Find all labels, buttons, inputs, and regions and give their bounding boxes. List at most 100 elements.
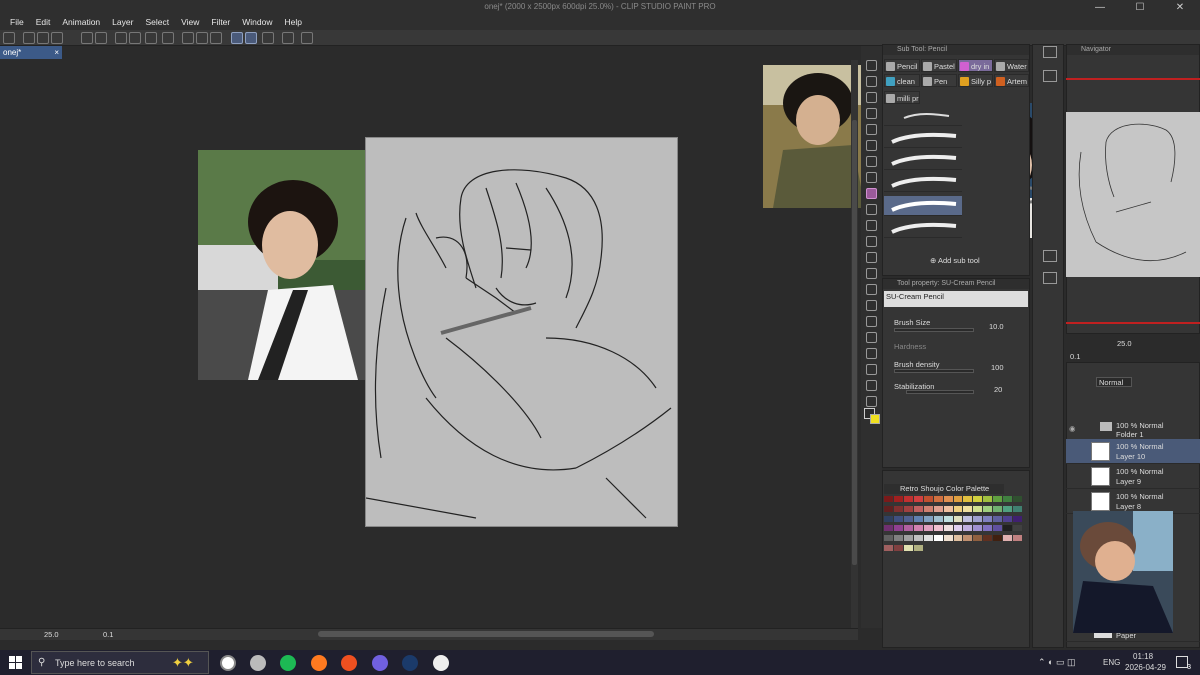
open-folder-icon[interactable]: [37, 32, 49, 44]
subtool-milli[interactable]: milli pr: [884, 91, 920, 104]
palette-swatch[interactable]: [923, 535, 933, 542]
brush-size-value[interactable]: 10.0: [989, 322, 1004, 331]
eraser-icon[interactable]: [866, 252, 877, 263]
firefox-icon[interactable]: [311, 655, 327, 671]
menu-window[interactable]: Window: [236, 15, 278, 30]
brush-size-slider[interactable]: [894, 328, 974, 332]
palette-swatch[interactable]: [893, 535, 903, 542]
sub-color-swatch[interactable]: [870, 414, 880, 424]
material-icon-4[interactable]: [1043, 272, 1057, 284]
material-icon-2[interactable]: [1043, 70, 1057, 82]
brush-preview-6[interactable]: [884, 218, 962, 238]
clear-icon[interactable]: [115, 32, 127, 44]
palette-swatch[interactable]: [884, 535, 893, 542]
palette-swatch[interactable]: [884, 515, 893, 522]
palette-swatch[interactable]: [913, 505, 923, 512]
palette-swatch[interactable]: [943, 496, 953, 502]
palette-swatch[interactable]: [943, 505, 953, 512]
brave-icon[interactable]: [341, 655, 357, 671]
frame-icon[interactable]: [866, 332, 877, 343]
navigator-zoom-value[interactable]: 25.0: [1117, 339, 1132, 348]
palette-swatch[interactable]: [933, 525, 943, 532]
lasso-icon[interactable]: [866, 140, 877, 151]
palette-swatch[interactable]: [963, 535, 973, 542]
palette-swatch[interactable]: [973, 505, 983, 512]
palette-swatch[interactable]: [933, 505, 943, 512]
palette-swatch[interactable]: [953, 505, 963, 512]
blend-mode-select[interactable]: Normal: [1096, 377, 1132, 387]
menu-layer[interactable]: Layer: [106, 15, 139, 30]
palette-swatch[interactable]: [943, 535, 953, 542]
brush-tool-icon[interactable]: [866, 204, 877, 215]
palette-swatch[interactable]: [923, 496, 933, 502]
pencil-tool-icon[interactable]: [866, 188, 877, 199]
subtool-clean[interactable]: clean: [884, 74, 920, 87]
pen-tool-icon[interactable]: [866, 172, 877, 183]
palette-swatch[interactable]: [993, 535, 1003, 542]
text-tool-icon[interactable]: [866, 364, 877, 375]
zoom-tool-icon[interactable]: [866, 60, 877, 71]
palette-swatch[interactable]: [943, 525, 953, 532]
transform-icon[interactable]: [145, 32, 157, 44]
palette-swatch[interactable]: [973, 515, 983, 522]
airbrush-icon[interactable]: [866, 220, 877, 231]
palette-swatch[interactable]: [1003, 535, 1013, 542]
palette-swatch[interactable]: [983, 496, 993, 502]
canvas-vertical-scrollbar[interactable]: [851, 60, 858, 628]
material-icon-3[interactable]: [1043, 250, 1057, 262]
subtool-silly[interactable]: Silly p: [958, 74, 993, 87]
palette-swatch[interactable]: [993, 525, 1003, 532]
subtool-dry-ink[interactable]: dry in: [958, 59, 993, 72]
palette-swatch[interactable]: [953, 535, 963, 542]
palette-swatch[interactable]: [903, 496, 913, 502]
palette-swatch[interactable]: [923, 525, 933, 532]
menu-view[interactable]: View: [175, 15, 205, 30]
fill-tool-icon[interactable]: [866, 284, 877, 295]
gradient-icon[interactable]: [866, 300, 877, 311]
navigator-preview[interactable]: [1066, 112, 1200, 277]
operation-tool-icon[interactable]: [866, 92, 877, 103]
phone-icon[interactable]: [282, 32, 294, 44]
palette-swatch[interactable]: [1013, 515, 1022, 522]
subtool-pencil[interactable]: Pencil: [884, 59, 920, 72]
palette-swatch[interactable]: [893, 545, 903, 552]
brush-preview-2[interactable]: [884, 128, 962, 148]
menu-help[interactable]: Help: [278, 15, 307, 30]
stabilization-slider[interactable]: [906, 390, 974, 394]
palette-swatch[interactable]: [893, 505, 903, 512]
correct-line-icon[interactable]: [866, 396, 877, 407]
palette-swatch[interactable]: [953, 525, 963, 532]
invert-selection-icon[interactable]: [196, 32, 208, 44]
palette-swatch[interactable]: [983, 535, 993, 542]
palette-swatch[interactable]: [1013, 535, 1022, 542]
discord-icon[interactable]: [372, 655, 388, 671]
windows-start-icon[interactable]: [9, 656, 22, 669]
palette-swatch[interactable]: [963, 496, 973, 502]
minimize-button[interactable]: —: [1080, 0, 1120, 15]
maximize-button[interactable]: ☐: [1120, 0, 1160, 15]
ruler-icon[interactable]: [866, 348, 877, 359]
blend-icon[interactable]: [866, 268, 877, 279]
notification-icon[interactable]: 3: [1176, 656, 1191, 671]
balloon-icon[interactable]: [866, 380, 877, 391]
move-layer-icon[interactable]: [866, 108, 877, 119]
tab-onej[interactable]: onej* ×: [0, 46, 62, 59]
palette-swatch[interactable]: [933, 496, 943, 502]
add-subtool-button[interactable]: ⊕ Add sub tool: [930, 256, 980, 265]
deselect-icon[interactable]: [182, 32, 194, 44]
select-tool-icon[interactable]: [866, 124, 877, 135]
palette-swatch[interactable]: [1013, 525, 1022, 532]
horizontal-scroll-thumb[interactable]: [318, 631, 654, 637]
palette-swatch[interactable]: [953, 515, 963, 522]
subtool-pastel[interactable]: Pastel: [921, 59, 957, 72]
language-indicator[interactable]: ENG: [1103, 658, 1120, 667]
selection-border-icon[interactable]: [210, 32, 222, 44]
palette-swatch[interactable]: [943, 515, 953, 522]
brush-density-value[interactable]: 100: [991, 363, 1004, 372]
brush-preview-1[interactable]: [884, 106, 962, 126]
palette-swatch[interactable]: [993, 496, 1003, 502]
palette-swatch[interactable]: [933, 535, 943, 542]
eyedropper-icon[interactable]: [866, 156, 877, 167]
layer-row-layer-9[interactable]: 100 % Normal Layer 9: [1066, 464, 1200, 489]
palette-swatch[interactable]: [913, 525, 923, 532]
